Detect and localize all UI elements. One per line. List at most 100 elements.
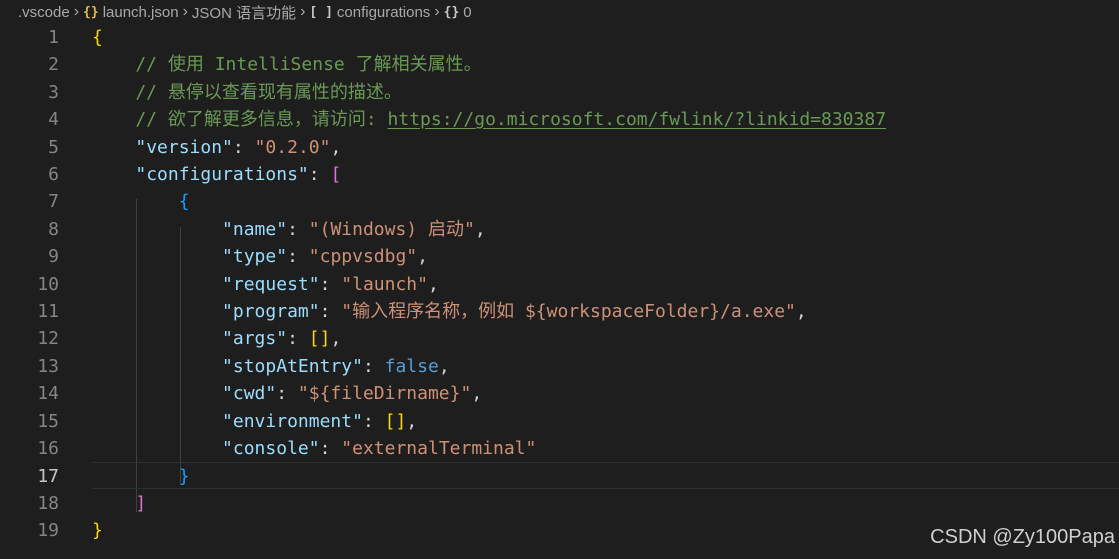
code-text: { <box>92 188 190 215</box>
token: "输入程序名称，例如 ${workspaceFolder}/a.exe" <box>341 301 796 322</box>
code-text: "console": "externalTerminal" <box>92 435 536 462</box>
breadcrumb-schema[interactable]: JSON 语言功能 <box>192 2 296 23</box>
token: , <box>417 246 428 268</box>
token: "launch" <box>341 273 428 295</box>
code-line[interactable]: 3 // 悬停以查看现有属性的描述。 <box>0 79 1119 106</box>
token: "(Windows) 启动" <box>308 218 475 240</box>
code-text: "version": "0.2.0", <box>92 134 341 161</box>
breadcrumb-configurations[interactable]: [ ] configurations <box>309 4 430 21</box>
code-line[interactable]: 2 // 使用 IntelliSense 了解相关属性。 <box>0 51 1119 78</box>
code-line[interactable]: 16 "console": "externalTerminal" <box>0 435 1119 462</box>
token: [] <box>308 328 331 350</box>
code-text: "args": [], <box>92 325 341 352</box>
code-editor[interactable]: 1{2 // 使用 IntelliSense 了解相关属性。 3 // 悬停以查看… <box>0 24 1119 559</box>
token: // 欲了解更多信息，请访问: <box>92 109 388 131</box>
token: // 悬停以查看现有属性的描述。 <box>92 81 402 103</box>
token: "cppvsdbg" <box>308 246 418 268</box>
breadcrumb-folder[interactable]: .vscode <box>18 4 70 21</box>
token: , <box>438 355 450 377</box>
token: "cwd" <box>222 383 277 405</box>
code-text: } <box>92 463 190 490</box>
code-text: "configurations": [ <box>92 161 341 188</box>
token: { <box>92 27 103 48</box>
code-text: "name": "(Windows) 启动", <box>92 216 486 243</box>
code-line[interactable]: 18 ] <box>0 490 1119 517</box>
token: { <box>178 191 190 213</box>
token: "args" <box>222 328 288 350</box>
line-number: 9 <box>48 246 59 268</box>
line-number: 18 <box>37 492 59 514</box>
code-line[interactable]: 10 "request": "launch", <box>0 271 1119 298</box>
chevron-right-icon: › <box>182 3 188 20</box>
token: : <box>362 410 385 432</box>
line-number: 15 <box>37 410 59 432</box>
breadcrumb-configurations-label: configurations <box>336 3 431 21</box>
breadcrumb-file-label: launch.json <box>102 3 179 21</box>
token: , <box>471 383 483 405</box>
watermark: CSDN @Zy100Papa <box>930 526 1115 548</box>
code-text: ] <box>92 490 146 517</box>
token: : <box>287 328 309 350</box>
line-number: 16 <box>37 438 59 459</box>
line-number: 19 <box>37 520 59 542</box>
code-line[interactable]: 14 "cwd": "${fileDirname}", <box>0 380 1119 407</box>
token: : <box>319 438 342 459</box>
code-text: // 使用 IntelliSense 了解相关属性。 <box>92 51 482 78</box>
code-text: } <box>92 517 103 544</box>
line-number: 1 <box>48 27 59 48</box>
token: } <box>92 520 103 542</box>
object-icon: {} <box>443 4 460 20</box>
code-text: "cwd": "${fileDirname}", <box>92 380 482 407</box>
array-icon: [ ] <box>309 4 333 20</box>
token: , <box>795 301 807 322</box>
code-line[interactable]: 9 "type": "cppvsdbg", <box>0 243 1119 270</box>
code-line[interactable]: 7 { <box>0 188 1119 215</box>
code-line[interactable]: 15 "environment": [], <box>0 408 1119 435</box>
token: , <box>330 328 342 350</box>
code-line[interactable]: 13 "stopAtEntry": false, <box>0 353 1119 380</box>
token: "type" <box>222 246 288 268</box>
breadcrumb-index[interactable]: {} 0 <box>444 4 472 21</box>
breadcrumb-file[interactable]: {} launch.json <box>83 4 179 21</box>
code-line[interactable]: 8 "name": "(Windows) 启动", <box>0 216 1119 243</box>
breadcrumb-schema-label: JSON 语言功能 <box>191 4 297 22</box>
line-number: 14 <box>37 383 59 405</box>
code-line[interactable]: 11 "program": "输入程序名称，例如 ${workspaceFold… <box>0 298 1119 325</box>
line-number: 12 <box>37 328 59 350</box>
code-line[interactable]: 5 "version": "0.2.0", <box>0 134 1119 161</box>
code-line[interactable]: 4 // 欲了解更多信息，请访问: https://go.microsoft.c… <box>0 106 1119 133</box>
token: "externalTerminal" <box>341 438 537 459</box>
code-text: "environment": [], <box>92 408 417 435</box>
code-text: { <box>92 24 103 51</box>
token: "0.2.0" <box>254 136 331 158</box>
token: "${fileDirname}" <box>297 383 472 405</box>
chevron-right-icon: › <box>434 3 440 20</box>
chevron-right-icon: › <box>73 3 80 20</box>
code-line[interactable]: 12 "args": [], <box>0 325 1119 352</box>
line-number: 4 <box>48 109 59 131</box>
line-number: 11 <box>37 301 59 322</box>
url-link[interactable]: https://go.microsoft.com/fwlink/?linkid=… <box>388 109 887 130</box>
token: , <box>406 410 418 432</box>
code-line[interactable]: 17 } <box>37 462 1119 490</box>
code-line[interactable]: 6 "configurations": [ <box>0 161 1119 188</box>
token: // 使用 IntelliSense 了解相关属性。 <box>92 54 482 76</box>
code-text: // 悬停以查看现有属性的描述。 <box>92 79 402 106</box>
code-line[interactable]: 1{ <box>0 24 1119 51</box>
token: : <box>287 218 309 240</box>
token: : <box>276 383 298 405</box>
token: : <box>287 246 309 268</box>
breadcrumb-folder-label: .vscode <box>18 3 70 21</box>
token: : <box>319 301 342 322</box>
line-number: 6 <box>48 164 59 185</box>
line-number: 10 <box>37 273 59 295</box>
line-number: 17 <box>37 466 59 488</box>
token: ] <box>135 492 147 514</box>
line-number: 8 <box>48 218 59 240</box>
